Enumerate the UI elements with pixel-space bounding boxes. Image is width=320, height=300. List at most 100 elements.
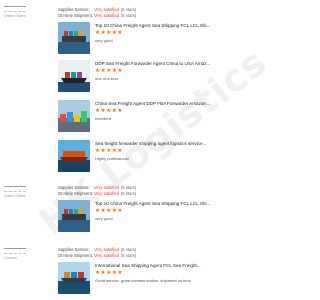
buyer-info: Canada: [4, 248, 44, 260]
star-icon: ★: [100, 148, 106, 154]
on-time-label: On-time Shipment:: [58, 191, 93, 196]
star-icon: ★: [117, 208, 123, 214]
review-item: DDP Sea Freight Forwarder Agent China to…: [58, 60, 238, 94]
review-product-title[interactable]: Sea freight forwarder shipping agent log…: [95, 141, 237, 146]
review-comment: very good: [95, 216, 113, 221]
star-icon: ★: [117, 68, 123, 74]
star-icon: ★: [111, 30, 117, 36]
ship-image-icon: [58, 60, 90, 92]
on-time-label: On-time Shipment:: [58, 13, 93, 18]
star-icon: ★: [100, 270, 106, 276]
star-icon: ★: [117, 270, 123, 276]
ship-image-icon: [58, 22, 90, 54]
supplier-service-label: Supplier Service:: [58, 185, 90, 190]
star-icon: ★: [111, 148, 117, 154]
star-rating: ★ ★ ★ ★ ★: [95, 208, 122, 214]
supplier-service-count: (5 stars): [120, 185, 137, 190]
star-icon: ★: [95, 68, 101, 74]
review-item: Top 10 China Freight Agent Sea Shipping …: [58, 200, 238, 234]
supplier-service-row: Supplier Service: Very satisfied (5 stars): [58, 185, 136, 190]
star-icon: ★: [117, 30, 123, 36]
supplier-service-count: (5 stars): [120, 7, 137, 12]
review-product-title[interactable]: DDP Sea Freight Forwarder Agent China to…: [95, 61, 237, 66]
star-icon: ★: [106, 270, 112, 276]
star-icon: ★: [106, 68, 112, 74]
review-item: Sea freight forwarder shipping agent log…: [58, 140, 238, 174]
supplier-service-label: Supplier Service:: [58, 247, 90, 252]
on-time-count: (5 stars): [120, 191, 137, 196]
ship-image-icon: [58, 200, 90, 232]
on-time-shipment-row: On-time Shipment:Very satisfied (5 stars): [58, 253, 136, 258]
buyer-info: United States: [4, 6, 44, 18]
star-icon: ★: [111, 108, 117, 114]
supplier-service-count: (5 stars): [120, 247, 137, 252]
review-group-3: Canada Supplier Service: Very satisfied (5…: [0, 242, 240, 300]
star-icon: ★: [117, 108, 123, 114]
product-thumbnail[interactable]: [58, 262, 90, 294]
supplier-service-value: Very satisfied: [94, 185, 119, 190]
port-image-icon: [58, 100, 90, 132]
review-item: International Sea Shipping Agent FCL Sea…: [58, 262, 238, 296]
star-rating: ★ ★ ★ ★ ★: [95, 68, 122, 74]
star-icon: ★: [106, 108, 112, 114]
supplier-service-label: Supplier Service:: [58, 7, 90, 12]
flag-icon: [4, 186, 26, 192]
star-icon: ★: [95, 108, 101, 114]
supplier-service-value: Very satisfied: [94, 7, 119, 12]
on-time-count: (5 stars): [120, 13, 137, 18]
buyer-info: United States: [4, 186, 44, 198]
review-item: Top 10 China Freight Agent Sea Shipping …: [58, 22, 238, 56]
star-rating: ★ ★ ★ ★ ★: [95, 148, 122, 154]
star-icon: ★: [95, 30, 101, 36]
on-time-label: On-time Shipment:: [58, 253, 93, 258]
review-comment: one of a kind: [95, 76, 118, 81]
star-icon: ★: [117, 148, 123, 154]
buyer-country: Canada: [4, 256, 17, 260]
on-time-value: Very satisfied: [94, 191, 119, 196]
flag-icon: [4, 248, 26, 254]
star-icon: ★: [100, 108, 106, 114]
review-product-title[interactable]: International Sea Shipping Agent FCL Sea…: [95, 263, 237, 268]
ship-image-icon: [58, 140, 90, 172]
star-rating: ★ ★ ★ ★ ★: [95, 30, 122, 36]
star-icon: ★: [111, 270, 117, 276]
star-rating: ★ ★ ★ ★ ★: [95, 108, 122, 114]
star-icon: ★: [100, 208, 106, 214]
star-icon: ★: [95, 148, 101, 154]
on-time-count: (5 stars): [120, 253, 137, 258]
star-icon: ★: [111, 68, 117, 74]
product-thumbnail[interactable]: [58, 200, 90, 232]
on-time-value: Very satisfied: [94, 253, 119, 258]
review-comment: Highly professional: [95, 156, 129, 161]
review-group-1: United States Supplier Service: Very sati…: [0, 0, 240, 172]
star-icon: ★: [100, 30, 106, 36]
on-time-value: Very satisfied: [94, 13, 119, 18]
on-time-shipment-row: On-time Shipment:Very satisfied (5 stars): [58, 191, 136, 196]
product-thumbnail[interactable]: [58, 22, 90, 54]
review-comment: excellent: [95, 116, 111, 121]
star-icon: ★: [106, 30, 112, 36]
star-icon: ★: [100, 68, 106, 74]
ship-image-icon: [58, 262, 90, 294]
review-product-title[interactable]: Top 10 China Freight Agent Sea Shipping …: [95, 23, 237, 28]
product-thumbnail[interactable]: [58, 100, 90, 132]
supplier-service-value: Very satisfied: [94, 247, 119, 252]
supplier-service-row: Supplier Service: Very satisfied (5 stars): [58, 247, 136, 252]
on-time-shipment-row: On-time Shipment:Very satisfied (5 stars): [58, 13, 136, 18]
flag-icon: [4, 6, 26, 12]
review-product-title[interactable]: China Sea Freight Agent DDP FBA Forwarde…: [95, 101, 237, 106]
star-icon: ★: [95, 208, 101, 214]
star-rating: ★ ★ ★ ★ ★: [95, 270, 122, 276]
star-icon: ★: [95, 270, 101, 276]
review-comment: Great service, great communication, ship…: [95, 278, 191, 283]
product-thumbnail[interactable]: [58, 140, 90, 172]
review-product-title[interactable]: Top 10 China Freight Agent Sea Shipping …: [95, 201, 237, 206]
buyer-country: United States: [4, 194, 26, 198]
review-group-2: United States Supplier Service: Very sati…: [0, 180, 240, 240]
star-icon: ★: [106, 148, 112, 154]
product-thumbnail[interactable]: [58, 60, 90, 92]
review-item: China Sea Freight Agent DDP FBA Forwarde…: [58, 100, 238, 134]
star-icon: ★: [111, 208, 117, 214]
buyer-country: United States: [4, 14, 26, 18]
star-icon: ★: [106, 208, 112, 214]
